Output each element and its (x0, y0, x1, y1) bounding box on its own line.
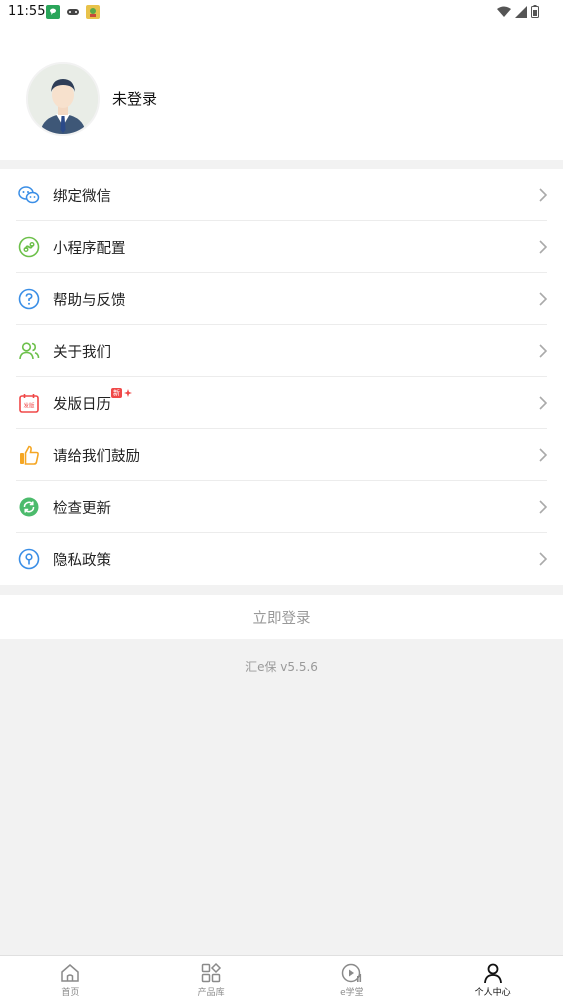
menu-item-privacy-policy[interactable]: 隐私政策 (0, 533, 563, 585)
avatar[interactable] (26, 62, 100, 136)
menu-item-label: 小程序配置 (53, 241, 126, 257)
tab-products[interactable]: 产品库 (141, 956, 282, 1001)
menu-item-help-feedback[interactable]: 帮助与反馈 (0, 273, 563, 325)
menu-item-about-us[interactable]: 关于我们 (0, 325, 563, 377)
status-indicators (497, 5, 539, 18)
menu-item-release-calendar[interactable]: 发版 发版日历 新 (0, 377, 563, 429)
new-badge: 新 (111, 388, 134, 398)
grid-icon (201, 962, 222, 983)
status-bar: 11:55 (0, 0, 563, 24)
tab-label: 产品库 (197, 988, 225, 998)
settings-menu: 绑定微信 小程序配置 帮助与反馈 关于我们 发版 发版日历 新 请给我们鼓励 检… (0, 169, 563, 585)
default-avatar-icon (28, 64, 98, 134)
chevron-right-icon (539, 240, 547, 254)
menu-item-mini-program[interactable]: 小程序配置 (0, 221, 563, 273)
person-icon (483, 963, 502, 984)
status-app-icons (46, 5, 100, 19)
help-icon (17, 287, 41, 311)
chevron-right-icon (539, 552, 547, 566)
thumbs-up-icon (17, 443, 41, 467)
tab-e-school[interactable]: e学堂 (282, 956, 423, 1001)
tab-label: e学堂 (340, 988, 364, 998)
tab-personal-center[interactable]: 个人中心 (422, 956, 563, 1001)
tab-label: 首页 (61, 988, 80, 998)
menu-item-label: 检查更新 (53, 501, 111, 517)
wechat-icon (17, 183, 41, 207)
chevron-right-icon (539, 292, 547, 306)
chevron-right-icon (539, 344, 547, 358)
refresh-icon (17, 495, 41, 519)
menu-item-label: 绑定微信 (53, 189, 111, 205)
menu-item-label: 帮助与反馈 (53, 293, 126, 309)
battery-icon (531, 5, 539, 18)
login-state-text[interactable]: 未登录 (112, 88, 157, 109)
app-version: 汇e保 v5.5.6 (245, 660, 318, 674)
game-app-icon (86, 5, 100, 19)
chevron-right-icon (539, 188, 547, 202)
login-button-bar[interactable]: 立即登录 (0, 595, 563, 639)
tab-home[interactable]: 首页 (0, 956, 141, 1001)
chevron-right-icon (539, 396, 547, 410)
users-icon (17, 339, 41, 363)
screen: 11:55 未登录 绑定微信 小程序配置 帮助与反馈 关于我们 发版 发版日历 … (0, 0, 563, 1001)
mini-program-icon (17, 235, 41, 259)
sparkle-icon (124, 389, 132, 397)
chevron-right-icon (539, 500, 547, 514)
tab-label: 个人中心 (474, 988, 511, 998)
chevron-right-icon (539, 448, 547, 462)
calendar-icon: 发版 (17, 391, 41, 415)
wechat-icon (46, 5, 60, 19)
signal-icon (515, 5, 527, 18)
menu-item-encourage-us[interactable]: 请给我们鼓励 (0, 429, 563, 481)
menu-item-bind-wechat[interactable]: 绑定微信 (0, 169, 563, 221)
status-time: 11:55 (8, 4, 46, 19)
menu-item-label: 发版日历 (53, 397, 111, 413)
privacy-icon (17, 547, 41, 571)
login-button[interactable]: 立即登录 (253, 607, 311, 628)
menu-item-label: 请给我们鼓励 (53, 449, 140, 465)
new-badge-label: 新 (111, 388, 122, 398)
bottom-tab-bar: 首页 产品库 e学堂 个人中心 (0, 955, 563, 1001)
gamepad-icon (66, 5, 80, 19)
play-icon (341, 963, 361, 983)
wifi-icon (497, 6, 511, 17)
menu-item-check-update[interactable]: 检查更新 (0, 481, 563, 533)
profile-header[interactable]: 未登录 (0, 24, 563, 160)
menu-item-label: 隐私政策 (53, 553, 111, 569)
calendar-icon-text: 发版 (23, 402, 35, 410)
home-icon (61, 964, 80, 982)
menu-item-label: 关于我们 (53, 345, 111, 361)
